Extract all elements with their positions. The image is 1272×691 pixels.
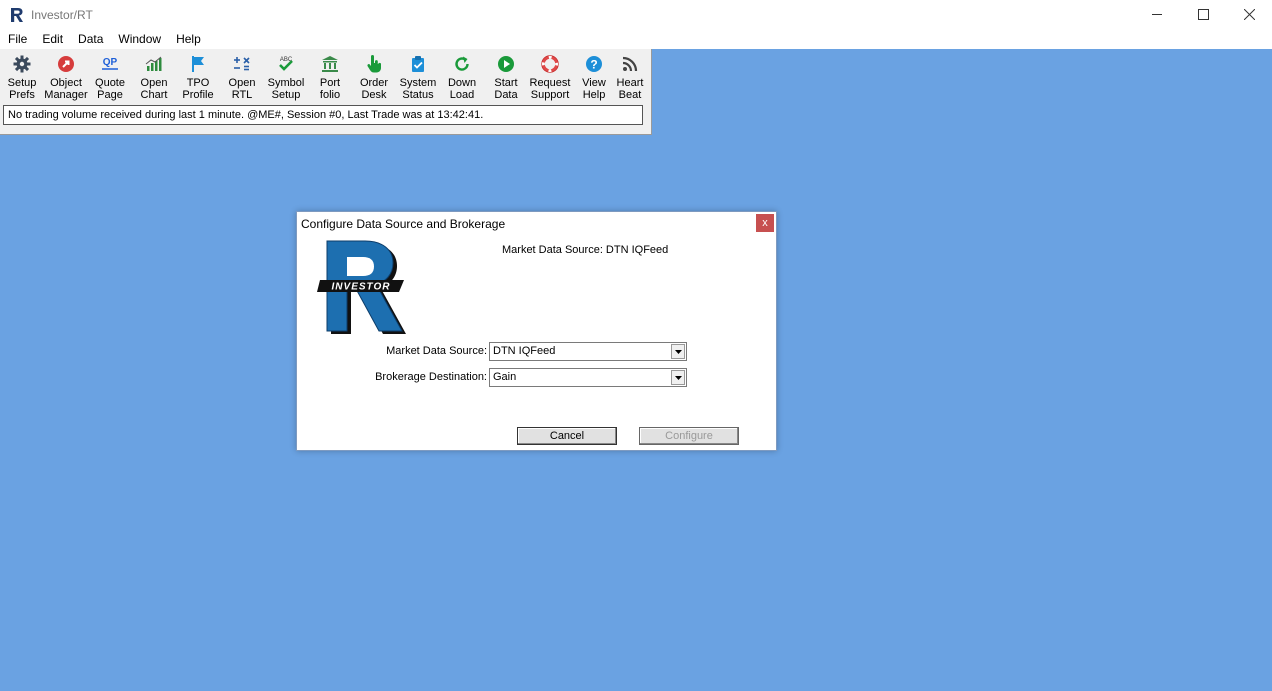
configure-button[interactable]: Configure — [639, 427, 739, 445]
investor-rt-logo: INVESTOR — [317, 240, 406, 334]
start-data-label: Start Data — [494, 77, 518, 101]
object-manager-button[interactable]: Object Manager — [44, 51, 88, 103]
menu-file[interactable]: File — [0, 32, 34, 46]
menu-help[interactable]: Help — [168, 32, 208, 46]
symbol-setup-button[interactable]: ABC Symbol Setup — [264, 51, 308, 103]
menu-edit[interactable]: Edit — [34, 32, 70, 46]
heart-beat-button[interactable]: Heart Beat — [608, 51, 652, 103]
market-data-summary: Market Data Source: DTN IQFeed — [502, 244, 669, 256]
open-rtl-label: Open RTL — [228, 77, 256, 101]
bar-chart-icon — [145, 56, 162, 71]
symbol-setup-label: Symbol Setup — [267, 77, 305, 101]
open-chart-button[interactable]: Open Chart — [132, 51, 176, 103]
cancel-button[interactable]: Cancel — [517, 427, 617, 445]
flag-icon — [192, 56, 204, 72]
minimize-button[interactable] — [1134, 0, 1180, 29]
minimize-icon — [1151, 14, 1162, 15]
market-data-source-dropdown-button[interactable] — [671, 344, 685, 359]
start-data-button[interactable]: Start Data — [484, 51, 528, 103]
clipboard-check-icon — [412, 56, 424, 72]
heart-beat-label: Heart Beat — [616, 77, 644, 101]
maximize-icon — [1197, 9, 1209, 20]
setup-prefs-button[interactable]: Setup Prefs — [0, 51, 44, 103]
configure-dialog: Configure Data Source and Brokerage x IN… — [296, 211, 777, 451]
order-desk-button[interactable]: Order Desk — [352, 51, 396, 103]
lifebuoy-icon — [541, 55, 559, 73]
chevron-down-icon — [674, 349, 682, 354]
order-desk-label: Order Desk — [359, 77, 389, 101]
object-manager-icon — [58, 56, 74, 72]
window-title: Investor/RT — [31, 7, 93, 22]
system-status-label: System Status — [399, 77, 437, 101]
open-rtl-button[interactable]: Open RTL — [220, 51, 264, 103]
toolbar-window: Setup Prefs Object Manager QP Quote Page… — [0, 49, 652, 135]
maximize-button[interactable] — [1180, 0, 1226, 29]
download-button[interactable]: Down Load — [440, 51, 484, 103]
request-support-button[interactable]: Request Support — [528, 51, 572, 103]
tpo-profile-button[interactable]: TPO Profile — [176, 51, 220, 103]
system-status-button[interactable]: System Status — [396, 51, 440, 103]
gear-icon — [13, 55, 31, 73]
quote-page-button[interactable]: QP Quote Page — [88, 51, 132, 103]
dialog-title: Configure Data Source and Brokerage — [301, 217, 506, 231]
play-icon — [498, 56, 514, 72]
svg-text:INVESTOR: INVESTOR — [332, 282, 391, 293]
rss-icon — [622, 56, 638, 72]
svg-text:QP: QP — [103, 57, 118, 68]
title-bar: Investor/RT — [0, 0, 1272, 29]
quote-page-label: Quote Page — [95, 77, 125, 101]
close-button[interactable] — [1226, 0, 1272, 29]
open-chart-label: Open Chart — [140, 77, 168, 101]
close-icon — [1243, 9, 1255, 20]
market-data-source-label: Market Data Source: — [386, 345, 487, 357]
chevron-down-icon — [674, 375, 682, 380]
object-manager-label: Object Manager — [44, 77, 88, 101]
refresh-icon — [455, 56, 469, 71]
help-icon: ? — [586, 56, 602, 72]
brokerage-destination-label: Brokerage Destination: — [375, 371, 487, 383]
menu-window[interactable]: Window — [110, 32, 168, 46]
status-message: No trading volume received during last 1… — [3, 105, 643, 125]
bank-icon — [322, 56, 338, 72]
tpo-profile-label: TPO Profile — [182, 77, 214, 101]
window-controls — [1134, 0, 1272, 29]
app-logo-icon — [11, 7, 23, 22]
brokerage-destination-value: Gain — [493, 371, 517, 383]
market-data-source-select[interactable]: DTN IQFeed — [489, 342, 687, 361]
qp-icon: QP — [102, 57, 118, 70]
brokerage-destination-select[interactable]: Gain — [489, 368, 687, 387]
portfolio-button[interactable]: Port folio — [308, 51, 352, 103]
menu-data[interactable]: Data — [70, 32, 110, 46]
brokerage-destination-dropdown-button[interactable] — [671, 370, 685, 385]
hand-pointer-icon — [367, 55, 382, 73]
rtl-formula-icon — [234, 57, 250, 71]
menu-bar: File Edit Data Window Help — [0, 29, 1272, 49]
svg-text:?: ? — [590, 58, 597, 72]
setup-prefs-label: Setup Prefs — [7, 77, 37, 101]
download-label: Down Load — [447, 77, 477, 101]
portfolio-label: Port folio — [319, 77, 341, 101]
dialog-close-button[interactable]: x — [756, 214, 774, 232]
close-icon: x — [762, 217, 768, 229]
market-data-source-value: DTN IQFeed — [493, 345, 556, 357]
request-support-label: Request Support — [529, 77, 571, 101]
abc-check-icon: ABC — [279, 57, 293, 71]
